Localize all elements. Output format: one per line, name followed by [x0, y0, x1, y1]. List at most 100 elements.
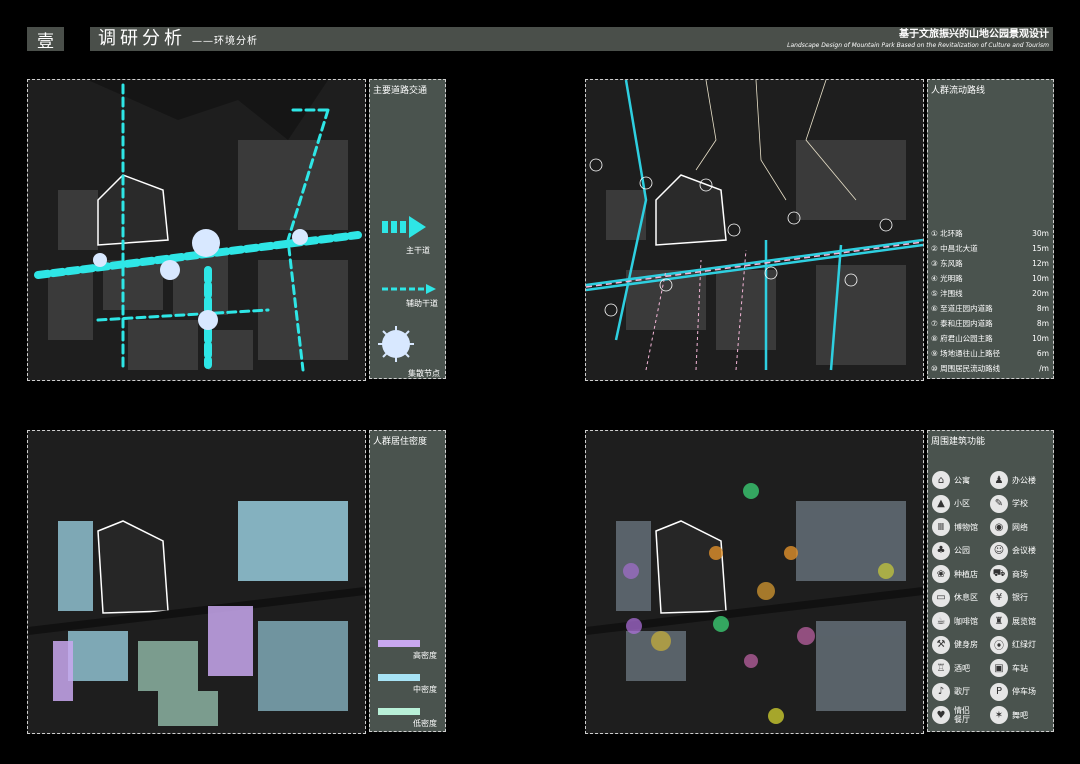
traffic-map: [27, 79, 366, 381]
function-label: 办公楼: [1012, 475, 1036, 485]
road-row: ⑩ 周围居民流动路线/m: [931, 364, 1049, 373]
density-legend-title: 人群居住密度: [373, 437, 428, 447]
gym-icon: ⚒: [932, 635, 950, 654]
function-label: 停车场: [1012, 687, 1036, 696]
road-row: ② 中昌北大道 15m: [931, 244, 1049, 253]
function-legend-title: 周围建筑功能: [931, 437, 986, 447]
aux-road-label: 辅助干道: [406, 299, 438, 308]
function-legend-item: ✎ 学校: [990, 494, 1028, 513]
aux-road-icon: [382, 284, 436, 294]
density-legend: 人群居住密度 高密度 中密度 低密度: [369, 430, 446, 732]
function-legend-item: ☺ 会议楼: [990, 541, 1036, 560]
function-label: 展览馆: [1012, 616, 1036, 626]
road-list: ① 北环路 30m ② 中昌北大道 15m ③ 东风路 12m ④ 光明路 10m ⑤ …: [931, 226, 1049, 376]
function-label: 种植店: [954, 569, 978, 579]
traffic-legend-title: 主要道路交通: [373, 86, 428, 96]
station-icon: ▣: [990, 659, 1008, 677]
flow-legend-title: 人群流动路线: [931, 86, 986, 96]
park-icon: ♣: [932, 541, 950, 560]
cafe-icon: ☕: [932, 612, 950, 630]
road-row: ⑧ 府君山公园主路 10m: [931, 334, 1049, 343]
function-legend-item: ⦿ 红绿灯: [990, 635, 1036, 654]
bank-icon: ¥: [990, 588, 1008, 607]
function-legend-item: ♪ 歌厅: [932, 682, 970, 701]
exhibition-icon: ♜: [990, 612, 1008, 630]
flow-legend: 人群流动路线 ① 北环路 30m ② 中昌北大道 15m ③ 东风路 12m ④ 光明…: [927, 79, 1054, 379]
function-legend-item: P 停车场: [990, 682, 1036, 701]
header-bar: 调研分析 ——环境分析 基于文旅振兴的山地公园景观设计 Landscape Des…: [90, 27, 1053, 51]
main-road-icon: [382, 216, 426, 238]
function-legend-item: ⚒ 健身房: [932, 635, 978, 654]
function-label: 红绿灯: [1012, 640, 1036, 649]
project-title: 基于文旅振兴的山地公园景观设计 Landscape Design of Moun…: [787, 29, 1049, 50]
function-label: 商场: [1012, 569, 1028, 579]
bar-icon: ♖: [932, 659, 950, 677]
low-density-swatch: [378, 708, 420, 715]
traffic-light-icon: ⦿: [990, 635, 1008, 654]
road-row: ③ 东风路 12m: [931, 259, 1049, 268]
function-legend-item: ◉ 网络: [990, 518, 1028, 536]
function-legend-item: ▭ 休息区: [932, 588, 978, 607]
function-legend-item: Ⅲ 博物馆: [932, 518, 978, 536]
function-label: 情侣餐厅: [954, 706, 970, 724]
density-map: [27, 430, 366, 734]
function-label: 会议楼: [1012, 546, 1036, 555]
function-label: 歌厅: [954, 687, 970, 696]
function-label: 银行: [1012, 593, 1028, 602]
function-label: 酒吧: [954, 663, 970, 673]
office-icon: ♟: [990, 471, 1008, 489]
function-label: 学校: [1012, 499, 1028, 508]
project-title-en: Landscape Design of Mountain Park Based …: [787, 42, 1049, 49]
road-row: ⑨ 场地通往山上路径 6m: [931, 349, 1049, 358]
parking-icon: P: [990, 682, 1008, 701]
network-icon: ◉: [990, 518, 1008, 536]
mid-density-label: 中密度: [413, 685, 437, 694]
page-subtitle: ——环境分析: [192, 36, 258, 47]
function-label: 小区: [954, 499, 970, 508]
section-number: 壹: [27, 27, 64, 52]
meeting-icon: ☺: [990, 541, 1008, 560]
high-density-swatch: [378, 640, 420, 647]
page-title: 调研分析 ——环境分析: [98, 27, 258, 51]
function-map: [585, 430, 924, 734]
function-legend-item: ▣ 车站: [990, 659, 1028, 677]
function-legend-item: ♟ 办公楼: [990, 471, 1036, 489]
function-legend-item: ▲ 小区: [932, 494, 970, 513]
community-icon: ▲: [932, 494, 950, 513]
school-icon: ✎: [990, 494, 1008, 513]
function-legend-item: ♜ 展览馆: [990, 612, 1036, 630]
function-label: 车站: [1012, 663, 1028, 673]
function-legend-item: ⌂ 公寓: [932, 471, 970, 489]
function-legend-item: ♖ 酒吧: [932, 659, 970, 677]
apartment-icon: ⌂: [932, 471, 950, 489]
function-legend-item: ♣ 公园: [932, 541, 970, 560]
function-label: 咖啡馆: [954, 616, 978, 626]
function-legend-item: ♥ 情侣餐厅: [932, 706, 974, 724]
mall-icon: ⛟: [990, 565, 1008, 583]
function-legend-item: ✶ 舞吧: [990, 706, 1028, 724]
function-legend-item: ☕ 咖啡馆: [932, 612, 978, 630]
node-label: 集散节点: [408, 369, 440, 378]
function-legend-item: ⛟ 商场: [990, 565, 1028, 583]
main-road-label: 主干道: [406, 246, 430, 255]
function-label: 舞吧: [1012, 710, 1028, 720]
function-legend-item: ❀ 种植店: [932, 565, 978, 583]
function-label: 公园: [954, 546, 970, 555]
rest-area-icon: ▭: [932, 588, 950, 607]
museum-icon: Ⅲ: [932, 518, 950, 536]
node-icon: [378, 326, 414, 362]
high-density-label: 高密度: [413, 651, 437, 660]
road-row: ⑥ 至道庄园内道路 8m: [931, 304, 1049, 313]
function-label: 博物馆: [954, 522, 978, 532]
road-row: ⑤ 沣围线 20m: [931, 289, 1049, 298]
traffic-legend: 主要道路交通 主干道 辅助干道 集散节点: [369, 79, 446, 379]
plant-shop-icon: ❀: [932, 565, 950, 583]
mid-density-swatch: [378, 674, 420, 681]
road-row: ① 北环路 30m: [931, 229, 1049, 238]
road-row: ④ 光明路 10m: [931, 274, 1049, 283]
ktv-icon: ♪: [932, 682, 950, 701]
function-legend: 周围建筑功能 ⌂ 公寓 ♟ 办公楼 ▲ 小区 ✎ 学校 Ⅲ 博物馆 ◉ 网络 ♣ 公园 ☺ 会议楼 ❀ 种植店 ⛟ 商…: [927, 430, 1054, 732]
flow-map: [585, 79, 924, 381]
dance-bar-icon: ✶: [990, 706, 1008, 724]
function-label: 休息区: [954, 593, 978, 602]
